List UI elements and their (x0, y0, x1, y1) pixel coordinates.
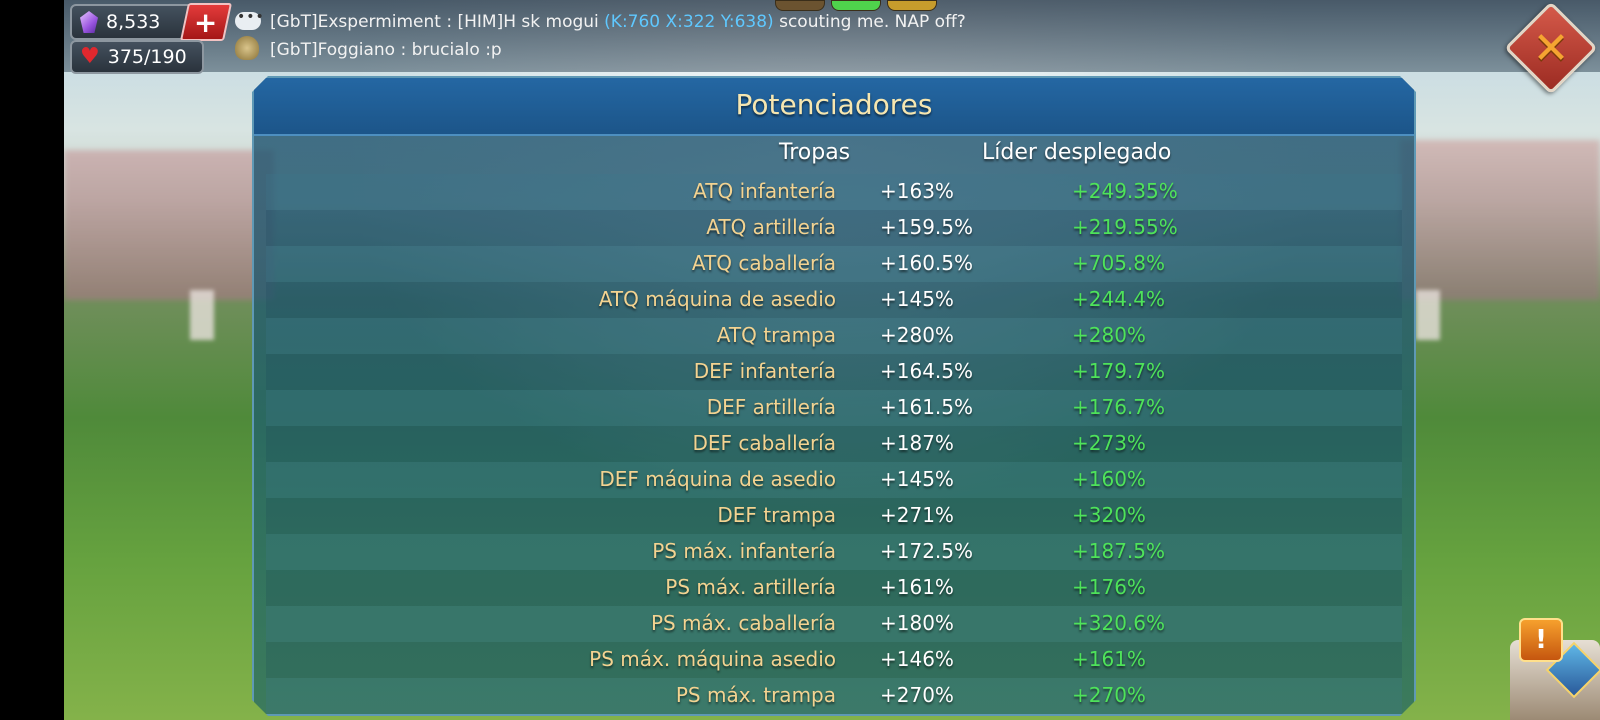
troops-value: +161.5% (880, 395, 974, 419)
row-label: DEF trampa (717, 503, 836, 527)
row-label: ATQ artillería (706, 215, 836, 239)
gem-icon (80, 11, 98, 33)
leader-value: +270% (1072, 683, 1146, 707)
troops-value: +145% (880, 467, 954, 491)
background-pillar-left (190, 290, 214, 340)
table-row: ATQ artillería +159.5% +219.55% (266, 210, 1402, 246)
troops-value: +161% (880, 575, 954, 599)
table-row: PS máx. trampa +270% +270% (266, 678, 1402, 714)
chat-bubble-icon[interactable] (235, 9, 265, 30)
row-label: ATQ caballería (691, 251, 836, 275)
row-label: PS máx. caballería (650, 611, 836, 635)
chat-message-1[interactable]: [GbT]Exspermiment : [HIM]H sk mogui (K:7… (270, 12, 966, 32)
table-row: DEF artillería +161.5% +176.7% (266, 390, 1402, 426)
chat-message-2[interactable]: [GbT]Foggiano : brucialo :p (270, 40, 502, 60)
row-label: PS máx. infantería (652, 539, 836, 563)
row-label: PS máx. trampa (675, 683, 836, 707)
row-label: DEF caballería (692, 431, 836, 455)
troops-value: +270% (880, 683, 954, 707)
panel-header: Potenciadores (254, 78, 1414, 136)
stamina-value: 375/190 (107, 46, 187, 68)
row-label: DEF máquina de asedio (599, 467, 836, 491)
leader-value: +160% (1072, 467, 1146, 491)
chat-message-1-tail: scouting me. NAP off? (773, 12, 966, 32)
leader-value: +320% (1072, 503, 1146, 527)
alert-icon[interactable]: ! (1519, 618, 1563, 662)
screen-edge (0, 0, 64, 720)
row-label: ATQ infantería (693, 179, 836, 203)
leader-value: +280% (1072, 323, 1146, 347)
row-label: PS máx. artillería (665, 575, 836, 599)
table-row: DEF caballería +187% +273% (266, 426, 1402, 462)
panel-title: Potenciadores (735, 88, 933, 121)
table-row: ATQ máquina de asedio +145% +244.4% (266, 282, 1402, 318)
troops-value: +146% (880, 647, 954, 671)
table-row: ATQ infantería +163% +249.35% (266, 174, 1402, 210)
tab-indicator-2[interactable] (831, 0, 881, 11)
troops-value: +187% (880, 431, 954, 455)
leader-value: +249.35% (1072, 179, 1178, 203)
stamina-counter: ♥ 375/190 (70, 40, 204, 74)
troops-value: +159.5% (880, 215, 974, 239)
leader-value: +176% (1072, 575, 1146, 599)
table-row: ATQ caballería +160.5% +705.8% (266, 246, 1402, 282)
troops-value: +172.5% (880, 539, 974, 563)
table-row: DEF infantería +164.5% +179.7% (266, 354, 1402, 390)
table-row: PS máx. caballería +180% +320.6% (266, 606, 1402, 642)
table-row: ATQ trampa +280% +280% (266, 318, 1402, 354)
row-label: DEF artillería (706, 395, 836, 419)
plus-icon: + (194, 5, 218, 39)
leader-value: +320.6% (1072, 611, 1166, 635)
top-tabs (775, 0, 937, 11)
tab-indicator-1[interactable] (775, 0, 825, 11)
table-row: DEF trampa +271% +320% (266, 498, 1402, 534)
troops-value: +280% (880, 323, 954, 347)
leader-value: +705.8% (1072, 251, 1166, 275)
background-hill-right (1400, 140, 1600, 300)
table-row: PS máx. infantería +172.5% +187.5% (266, 534, 1402, 570)
troops-value: +145% (880, 287, 954, 311)
leader-value: +187.5% (1072, 539, 1166, 563)
troops-value: +180% (880, 611, 954, 635)
close-icon[interactable]: ✕ (1518, 15, 1584, 81)
background-hill-left (64, 150, 274, 300)
add-gems-button[interactable]: + (179, 3, 233, 41)
gems-value: 8,533 (106, 11, 161, 33)
tab-indicator-3[interactable] (887, 0, 937, 11)
leader-value: +244.4% (1072, 287, 1166, 311)
troops-value: +160.5% (880, 251, 974, 275)
gems-counter: 8,533 (70, 4, 194, 40)
troops-value: +271% (880, 503, 954, 527)
heart-icon: ♥ (80, 44, 100, 69)
column-header-troops: Tropas (779, 140, 851, 165)
row-label: ATQ máquina de asedio (598, 287, 836, 311)
chat-message-1-text: [GbT]Exspermiment : [HIM]H sk mogui (270, 12, 605, 32)
guild-rank-icon (235, 36, 259, 60)
troops-value: +164.5% (880, 359, 974, 383)
column-header-leader: Líder desplegado (982, 140, 1172, 165)
leader-value: +176.7% (1072, 395, 1166, 419)
troops-value: +163% (880, 179, 954, 203)
leader-value: +179.7% (1072, 359, 1166, 383)
chat-coordinates-link[interactable]: (K:760 X:322 Y:638) (604, 12, 774, 32)
table-row: PS máx. máquina asedio +146% +161% (266, 642, 1402, 678)
row-label: DEF infantería (693, 359, 836, 383)
table-row: DEF máquina de asedio +145% +160% (266, 462, 1402, 498)
boost-table: ATQ infantería +163% +249.35% ATQ artiller… (266, 174, 1402, 714)
leader-value: +161% (1072, 647, 1146, 671)
background-pillar-right (1416, 290, 1440, 340)
leader-value: +219.55% (1072, 215, 1178, 239)
table-row: PS máx. artillería +161% +176% (266, 570, 1402, 606)
boosts-panel: Potenciadores Tropas Líder desplegado AT… (252, 76, 1416, 716)
row-label: PS máx. máquina asedio (589, 647, 836, 671)
row-label: ATQ trampa (716, 323, 836, 347)
leader-value: +273% (1072, 431, 1146, 455)
